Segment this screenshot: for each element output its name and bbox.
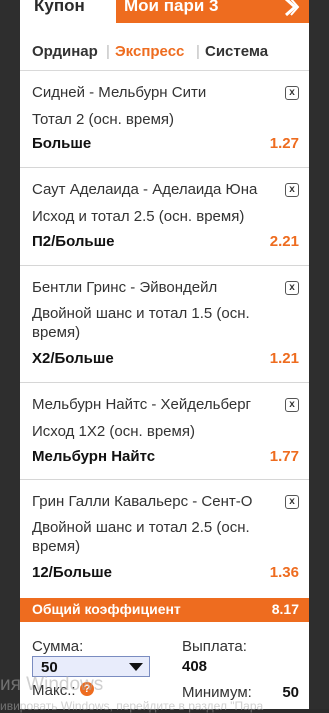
bet-item: Бентли Гринс - Эйвондейл x Двойной шанс … [20, 267, 309, 383]
bet-item: Грин Галли Кавальерс - Сент-О x Двойной … [20, 481, 309, 598]
bet-pick: Больше [32, 135, 92, 152]
bet-match: Бентли Гринс - Эйвондейл [32, 279, 218, 296]
help-icon[interactable]: ? [80, 682, 94, 696]
bet-market: Двойной шанс и тотал 1.5 (осн. время) [32, 305, 250, 341]
bet-odds: 2.21 [269, 233, 299, 250]
mode-system[interactable]: Система [205, 43, 268, 60]
bet-pick: 12/Больше [32, 564, 113, 581]
bet-slip-panel: Купон Мои пари 3 Ординар | Экспресс | Си… [20, 0, 309, 709]
payout-value: 408 [182, 658, 208, 675]
bet-item: Саут Аделаида - Аделаида Юна x Исход и т… [20, 169, 309, 266]
total-odds-bar: Общий коэффициент 8.17 [20, 598, 309, 622]
bet-odds: 1.21 [269, 350, 299, 367]
tab-bar: Купон Мои пари 3 [20, 0, 309, 23]
bet-match: Мельбурн Найтс - Хейдельберг [32, 396, 252, 413]
bet-match: Грин Галли Кавальерс - Сент-О [32, 493, 253, 510]
max-label: Макс.: [32, 682, 76, 699]
bet-odds: 1.36 [269, 564, 299, 581]
close-icon[interactable]: x [285, 281, 299, 295]
mode-separator: | [106, 43, 110, 60]
bet-pick: Мельбурн Найтс [32, 448, 156, 465]
close-icon[interactable]: x [285, 495, 299, 509]
bet-type-selector: Ординар | Экспресс | Система [20, 23, 309, 71]
bet-pick: Х2/Больше [32, 350, 114, 367]
bet-market: Исход и тотал 2.5 (осн. время) [32, 208, 245, 225]
close-icon[interactable]: x [285, 398, 299, 412]
tab-my-bets[interactable]: Мои пари 3 [124, 0, 218, 16]
bet-market: Исход 1Х2 (осн. время) [32, 423, 195, 440]
min-label: Минимум: [182, 684, 252, 701]
bet-pick: П2/Больше [32, 233, 115, 250]
bet-match: Сидней - Мельбурн Сити [32, 84, 207, 101]
total-odds-label: Общий коэффициент [32, 601, 181, 617]
stake-value: 50 [41, 659, 58, 676]
app-frame: Купон Мои пари 3 Ординар | Экспресс | Си… [0, 0, 329, 713]
mode-separator: | [196, 43, 200, 60]
bet-market: Двойной шанс и тотал 2.5 (осн. время) [32, 519, 250, 555]
bet-market: Тотал 2 (осн. время) [32, 111, 175, 128]
bet-match: Саут Аделаида - Аделаида Юна [32, 181, 258, 198]
close-icon[interactable]: x [285, 183, 299, 197]
bet-item: Сидней - Мельбурн Сити x Тотал 2 (осн. в… [20, 72, 309, 168]
bet-odds: 1.77 [269, 448, 299, 465]
mode-single[interactable]: Ординар [32, 43, 98, 60]
tab-coupon-label: Купон [34, 0, 85, 15]
arrow-right-icon[interactable] [281, 0, 301, 17]
total-odds-value: 8.17 [271, 601, 299, 617]
caret-down-icon [129, 663, 143, 671]
stake-select[interactable]: 50 [32, 656, 150, 677]
close-icon[interactable]: x [285, 86, 299, 100]
mode-express[interactable]: Экспресс [115, 43, 184, 60]
bet-odds: 1.27 [269, 135, 299, 152]
tab-coupon[interactable]: Купон [20, 0, 116, 23]
bet-item: Мельбурн Найтс - Хейдельберг x Исход 1Х2… [20, 384, 309, 480]
payout-label: Выплата: [182, 638, 247, 655]
min-value: 50 [282, 684, 299, 701]
stake-label: Сумма: [32, 638, 84, 655]
stake-area: Сумма: 50 Выплата: 408 Макс.: ? Минимум:… [20, 622, 309, 709]
